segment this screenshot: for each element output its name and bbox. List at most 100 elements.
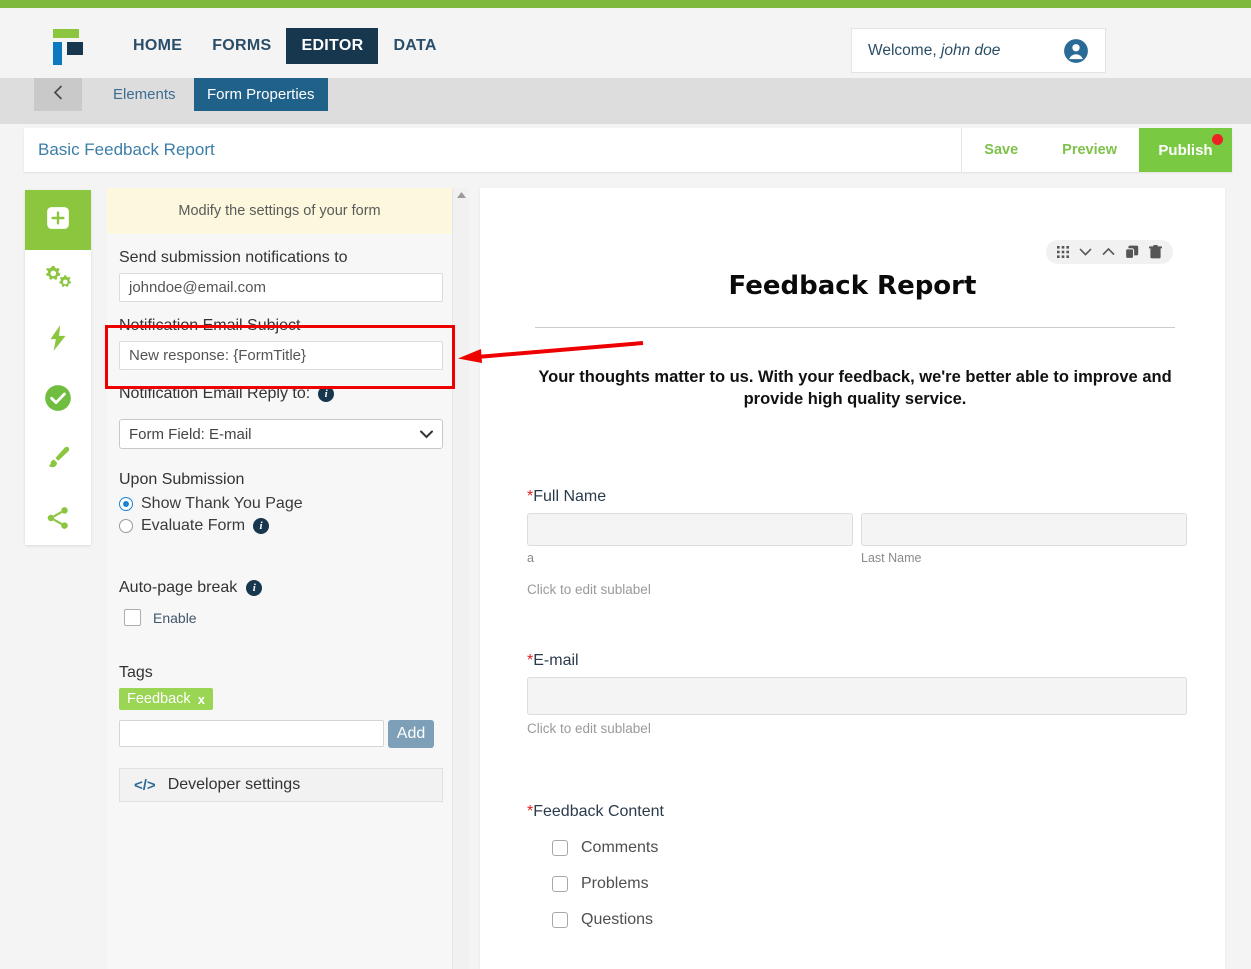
info-icon[interactable]: i [253,518,270,534]
email-input[interactable] [527,677,1187,715]
publish-notification-dot [1212,134,1223,145]
chevron-down-icon[interactable] [1079,248,1092,256]
chevron-up-icon[interactable] [1102,248,1115,256]
panel-scrollbar[interactable] [452,188,469,969]
nav-item-data[interactable]: DATA [378,28,451,64]
rail-item-conditions[interactable] [25,310,91,370]
checkbox-option-comments[interactable]: Comments [552,839,1187,857]
edit-sublabel-hint[interactable]: Click to edit sublabel [527,721,1187,736]
rail-item-thank-you[interactable] [25,370,91,430]
welcome-label: Welcome, john doe [868,42,1000,60]
publish-label: Publish [1158,141,1213,159]
checkbox-indicator [552,876,568,892]
top-accent-stripe [0,0,1251,8]
checkbox-option-questions[interactable]: Questions [552,911,1187,929]
welcome-username: john doe [940,41,1001,59]
nav-item-editor[interactable]: EDITOR [286,28,379,64]
edit-sublabel-hint[interactable]: Click to edit sublabel [527,582,1187,597]
form-title[interactable]: Basic Feedback Report [24,128,961,172]
tag-label: Feedback [127,691,191,707]
tag-add-row: Add [119,720,456,748]
rail-item-designer[interactable] [25,430,91,490]
logo-blue-bar [53,42,62,65]
form-preview-canvas: Feedback Report Your thoughts matter to … [480,188,1225,969]
preview-button[interactable]: Preview [1040,128,1139,172]
auto-page-break-label: Auto-page break [119,579,238,596]
tags-list: Feedback x [119,684,456,710]
radio-label: Evaluate Form [141,517,246,534]
tags-heading: Tags [119,664,153,681]
field-full-name[interactable]: *Full Name a Last Name Click to edit sub… [527,488,1187,597]
form-properties-panel: Modify the settings of your form Send su… [107,188,469,969]
notification-email-subject-input[interactable]: New response: {FormTitle} [119,341,443,370]
last-name-input[interactable] [861,513,1187,546]
first-name-sublabel[interactable]: a [527,551,853,565]
welcome-prefix: Welcome, [868,41,937,59]
tag-pill-feedback[interactable]: Feedback x [119,688,213,710]
upon-submission-heading: Upon Submission [119,471,245,488]
save-button[interactable]: Save [962,128,1040,172]
developer-settings-button[interactable]: </> Developer settings [119,768,443,802]
rail-item-form-settings[interactable] [25,250,91,310]
tab-form-properties[interactable]: Form Properties [194,78,328,111]
last-name-wrapper: Last Name [861,513,1187,565]
field-label-text: E-mail [533,652,579,669]
checkbox-option-label: Comments [581,839,659,856]
preview-form-heading[interactable]: Feedback Report [480,271,1225,301]
notifications-email-input[interactable]: johndoe@email.com [119,273,443,302]
radio-label: Show Thank You Page [141,495,303,512]
trash-icon[interactable] [1149,245,1162,259]
plus-square-icon [45,205,71,236]
duplicate-icon[interactable] [1125,245,1139,259]
tag-input[interactable] [119,720,384,747]
preview-form-subheading[interactable]: Your thoughts matter to us. With your fe… [535,366,1175,411]
tag-add-button[interactable]: Add [388,720,434,748]
radio-evaluate-form[interactable]: Evaluate Form i [119,517,456,535]
back-button[interactable] [34,78,82,111]
form-titlebar: Basic Feedback Report Save Preview Publi… [24,128,1232,172]
radio-indicator [119,519,133,533]
last-name-sublabel[interactable]: Last Name [861,551,1187,565]
chevron-down-icon [420,426,433,443]
triangle-up-icon[interactable] [453,188,470,202]
field-feedback-content[interactable]: *Feedback Content Comments Problems Ques… [527,803,1187,929]
user-account-button[interactable]: Welcome, john doe [851,28,1106,73]
auto-page-break-enable-checkbox[interactable]: Enable [124,609,456,626]
field-label: *Full Name [527,488,1187,506]
first-name-input[interactable] [527,513,853,546]
jotform-logo[interactable] [48,29,83,65]
info-icon[interactable]: i [246,580,263,596]
chevron-left-icon [52,84,65,106]
rail-item-publish-share[interactable] [25,490,91,550]
element-toolbar [1046,240,1173,264]
panel-body: Send submission notifications to johndoe… [107,249,468,802]
grid-drag-icon[interactable] [1057,246,1069,258]
code-icon: </> [134,776,156,794]
checkbox-indicator [552,840,568,856]
field-label-text: Feedback Content [533,803,664,820]
nav-item-forms[interactable]: FORMS [197,28,286,64]
logo-green-bar [53,29,79,38]
info-icon[interactable]: i [318,386,335,402]
rail-item-add-element[interactable] [25,190,91,250]
publish-button[interactable]: Publish [1139,128,1232,172]
nav-item-home[interactable]: HOME [118,28,197,64]
main-navbar: HOME FORMS EDITOR DATA Welcome, john doe [0,8,1251,78]
tag-remove-icon[interactable]: x [198,692,205,707]
checkbox-indicator [552,912,568,928]
editor-subnav: Elements Form Properties [0,78,1251,124]
tab-elements[interactable]: Elements [100,78,189,111]
checkbox-option-problems[interactable]: Problems [552,875,1187,893]
paintbrush-icon [44,444,72,477]
email-subject-label: Notification Email Subject [119,317,301,334]
auto-page-break-heading: Auto-page break i [119,579,456,597]
reply-to-selected-value: Form Field: E-mail [129,425,252,443]
primary-nav: HOME FORMS EDITOR DATA [118,28,452,64]
first-name-wrapper: a [527,513,853,565]
user-circle-icon [1063,38,1089,64]
reply-to-select[interactable]: Form Field: E-mail [119,419,443,449]
share-icon [45,505,71,536]
radio-show-thank-you-page[interactable]: Show Thank You Page [119,495,456,513]
checkbox-label: Enable [153,609,197,626]
field-email[interactable]: *E-mail Click to edit sublabel [527,652,1187,736]
